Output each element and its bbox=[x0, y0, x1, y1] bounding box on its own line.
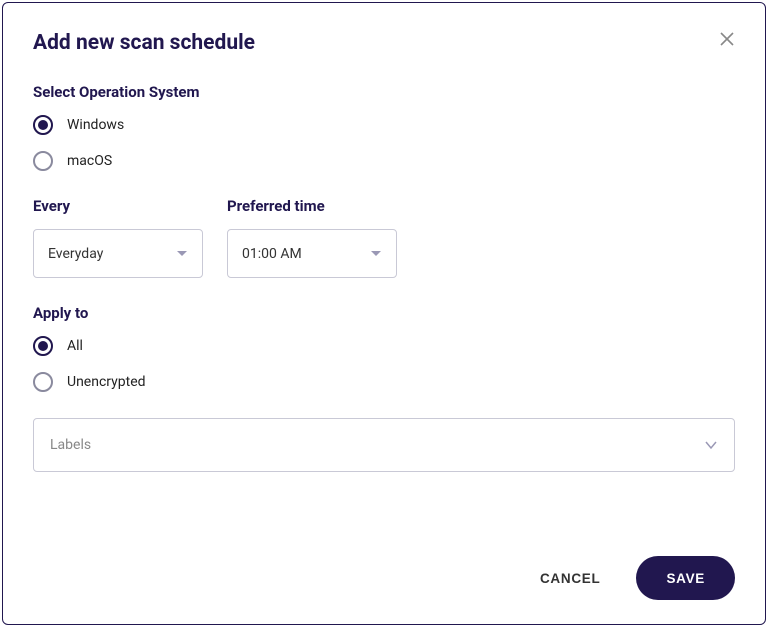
radio-label: Windows bbox=[67, 117, 124, 133]
every-value: Everyday bbox=[48, 246, 103, 262]
close-icon bbox=[719, 31, 735, 47]
add-scan-schedule-modal: Add new scan schedule Select Operation S… bbox=[2, 2, 766, 625]
cancel-button[interactable]: CANCEL bbox=[528, 563, 612, 594]
radio-icon bbox=[33, 151, 53, 171]
labels-placeholder: Labels bbox=[50, 437, 91, 453]
save-button[interactable]: SAVE bbox=[636, 556, 735, 600]
every-label: Every bbox=[33, 197, 203, 215]
modal-header: Add new scan schedule bbox=[33, 31, 735, 55]
apply-to-radio-group: All Unencrypted bbox=[33, 336, 735, 392]
preferred-time-value: 01:00 AM bbox=[242, 246, 302, 262]
radio-icon bbox=[33, 336, 53, 356]
modal-footer: CANCEL SAVE bbox=[33, 532, 735, 600]
os-radio-macos[interactable]: macOS bbox=[33, 151, 735, 171]
apply-to-radio-all[interactable]: All bbox=[33, 336, 735, 356]
apply-to-radio-unencrypted[interactable]: Unencrypted bbox=[33, 372, 735, 392]
os-radio-group: Windows macOS bbox=[33, 115, 735, 171]
close-button[interactable] bbox=[719, 31, 735, 47]
os-radio-windows[interactable]: Windows bbox=[33, 115, 735, 135]
chevron-down-icon bbox=[704, 440, 718, 450]
frequency-row: Every Everyday Preferred time 01:00 AM bbox=[33, 197, 735, 278]
radio-icon bbox=[33, 115, 53, 135]
radio-label: All bbox=[67, 338, 83, 354]
apply-to-label: Apply to bbox=[33, 304, 735, 322]
chevron-down-icon bbox=[370, 250, 382, 258]
preferred-time-label: Preferred time bbox=[227, 197, 397, 215]
every-select[interactable]: Everyday bbox=[33, 229, 203, 278]
preferred-time-select[interactable]: 01:00 AM bbox=[227, 229, 397, 278]
chevron-down-icon bbox=[176, 250, 188, 258]
labels-select[interactable]: Labels bbox=[33, 418, 735, 472]
os-section-label: Select Operation System bbox=[33, 83, 735, 101]
modal-title: Add new scan schedule bbox=[33, 31, 255, 55]
radio-label: macOS bbox=[67, 153, 112, 169]
radio-label: Unencrypted bbox=[67, 374, 146, 390]
radio-icon bbox=[33, 372, 53, 392]
